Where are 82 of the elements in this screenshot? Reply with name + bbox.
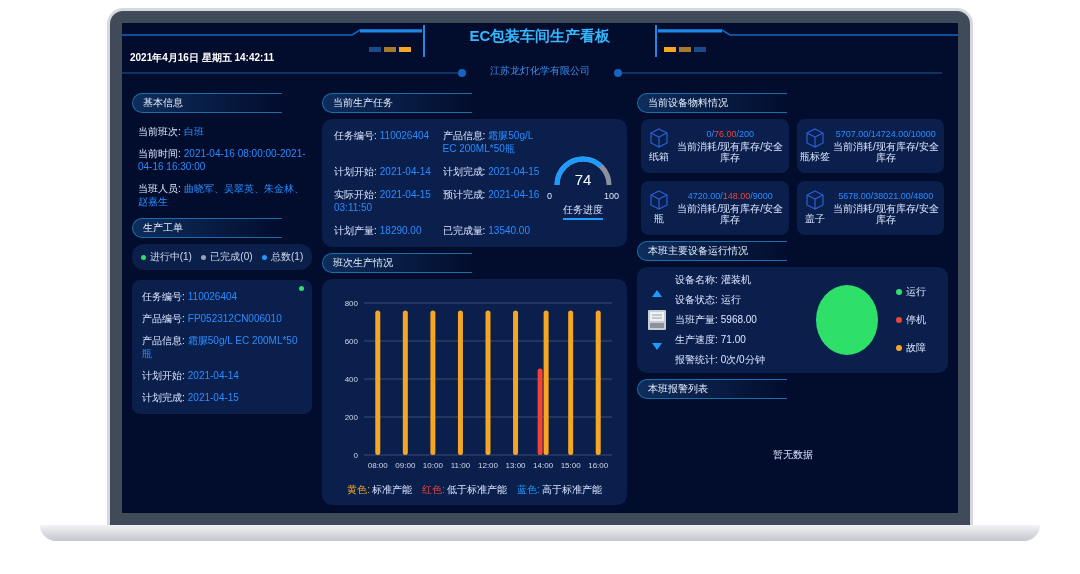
axis-label: 10:00	[422, 461, 443, 470]
field-text: 当班产量: 5968.00	[675, 313, 758, 327]
stock-caption: 当前消耗/现有库存/安全库存	[676, 140, 785, 164]
legend-label: 运行	[906, 285, 926, 299]
axis-label: 600	[344, 337, 358, 346]
board-title: EC包装车间生产看板	[469, 27, 611, 46]
gauge-min: 0	[547, 190, 552, 201]
axis-label: 15:00	[560, 461, 581, 470]
field-text: 任务编号: 110026404	[334, 129, 431, 143]
gauge-max: 100	[603, 190, 619, 201]
section-title: 本班主要设备运行情况	[637, 241, 787, 261]
box-icon	[650, 190, 668, 210]
stock-reading: 4720.00/148.00/9000	[687, 190, 773, 201]
down-arrow-icon[interactable]	[652, 343, 662, 350]
section-title: 当前生产任务	[322, 93, 472, 113]
field-text: 产品编号: FP052312CN006010	[142, 312, 283, 325]
empty-message: 暂无数据	[772, 448, 813, 462]
axis-label: 14:00	[533, 461, 554, 470]
field-text: 任务编号: 110026404	[142, 290, 239, 303]
field-text: 计划完成: 2021-04-15	[142, 391, 240, 404]
company-name: 江苏龙灯化学有限公司	[490, 64, 590, 78]
legend-label: 低于标准产能	[446, 483, 507, 497]
axis-label: 13:00	[505, 461, 526, 470]
section-title: 班次生产情况	[322, 253, 472, 273]
field-text: 计划产量: 18290.00	[334, 224, 423, 237]
box-icon	[805, 128, 824, 148]
field-text: 实际开始: 2021-04-15 03:11:50	[334, 188, 432, 214]
field-text: 计划完成: 2021-04-15	[442, 165, 541, 178]
axis-label: 08:00	[367, 461, 388, 470]
material-name: 盖子	[804, 212, 825, 226]
axis-label: 400	[344, 375, 358, 384]
stock-reading: 5707.00/14724.00/10000	[835, 128, 936, 139]
legend-label: 停机	[906, 313, 926, 327]
section-title: 当前设备物料情况	[637, 93, 787, 113]
axis-label: 12:00	[478, 461, 498, 470]
legend-label: 故障	[906, 341, 926, 355]
axis-label: 11:00	[450, 461, 471, 470]
box-icon	[805, 190, 824, 210]
field-text: 生产速度: 71.00	[675, 333, 747, 347]
field-text: 计划开始: 2021-04-14	[142, 369, 240, 382]
field-text: 设备状态: 运行	[675, 293, 742, 307]
axis-label: 800	[344, 299, 358, 308]
section-title: 本班报警列表	[637, 379, 787, 399]
status-filter[interactable]: 已完成(0)	[201, 250, 253, 264]
section-title: 基本信息	[132, 93, 282, 113]
axis-label: 16:00	[588, 461, 609, 470]
section-title: 生产工单	[132, 218, 282, 238]
pie-chart-drawing	[814, 284, 880, 356]
legend-label: 高于标准产能	[541, 483, 602, 497]
gauge-value: 74	[574, 170, 592, 188]
legend-key: 蓝色:	[516, 483, 540, 497]
field-text: 预计完成: 2021-04-16	[442, 188, 541, 202]
stock-reading: 0/76.00/200	[706, 128, 755, 139]
up-arrow-icon[interactable]	[652, 290, 662, 297]
date-time: 2021年4月16日 星期五 14:42:11	[130, 51, 274, 65]
field-text: 计划开始: 2021-04-14	[334, 165, 432, 178]
legend-label: 标准产能	[372, 483, 413, 497]
field-text: 当前时间: 2021-04-16 08:00:00-2021-04-16 16:30:00	[138, 147, 306, 173]
axis-label: 0	[353, 451, 358, 460]
status-filter[interactable]: 总数(1)	[262, 250, 304, 264]
machine-icon	[647, 309, 667, 331]
legend-key: 红色:	[422, 483, 445, 497]
axis-label: 200	[344, 413, 358, 422]
field-text: 产品信息: 霜脲50g/L EC 200ML*50瓶	[442, 129, 534, 155]
field-text: 当班人员: 曲晓军、吴翠英、朱金林、赵嘉生	[138, 182, 305, 208]
material-name: 瓶	[654, 212, 664, 226]
material-name: 纸箱	[649, 150, 669, 164]
field-text: 设备名称: 灌装机	[675, 273, 752, 287]
field-text: 当前班次: 白班	[138, 125, 205, 138]
gauge-label: 任务进度	[563, 202, 603, 220]
status-filter[interactable]: 进行中(1)	[140, 250, 192, 264]
field-text: 产品信息: 霜脲50g/L EC 200ML*50瓶	[142, 334, 299, 360]
stock-caption: 当前消耗/现有库存/安全库存	[831, 140, 940, 164]
box-icon	[650, 128, 668, 148]
stock-caption: 当前消耗/现有库存/安全库存	[831, 202, 940, 226]
stock-reading: 5678.00/38021.00/4800	[838, 190, 934, 201]
legend-key: 黄色:	[347, 483, 371, 497]
stock-caption: 当前消耗/现有库存/安全库存	[676, 202, 785, 226]
field-text: 已完成量: 13540.00	[442, 224, 531, 237]
material-name: 瓶标签	[799, 150, 830, 164]
axis-label: 09:00	[395, 461, 416, 470]
field-text: 报警统计: 0次/0分钟	[675, 353, 766, 367]
